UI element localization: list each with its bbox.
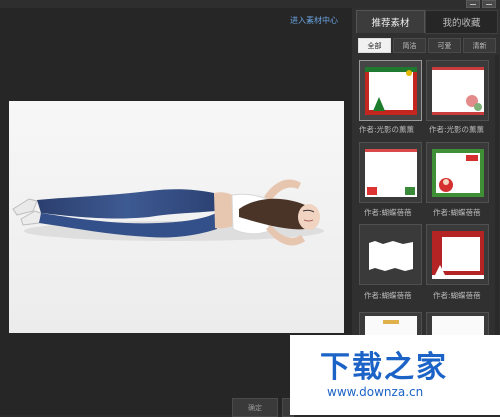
torn-paper-frame-icon	[364, 230, 417, 279]
minimize-button[interactable]	[466, 0, 480, 8]
tab-recommended[interactable]: 推荐素材	[356, 10, 425, 33]
christmas-tree-frame-icon	[364, 66, 417, 115]
filter-simple[interactable]: 简洁	[393, 38, 426, 53]
window-title-bar	[0, 0, 500, 8]
filter-all[interactable]: 全部	[358, 38, 391, 53]
frame-thumbnail[interactable]	[426, 60, 489, 121]
photo-image	[9, 101, 344, 333]
category-filter-bar: 全部 简洁 可爱 清新	[358, 38, 496, 53]
minimize-icon	[470, 4, 476, 5]
santa-frame-icon	[431, 148, 484, 197]
red-village-frame-icon	[431, 230, 484, 279]
frame-thumbnail[interactable]	[359, 224, 422, 285]
enter-material-center-link[interactable]: 进入素材中心	[290, 15, 338, 26]
thumbnail-author: 作者:光影の薰薰	[359, 125, 415, 134]
gift-frame-icon	[364, 148, 417, 197]
thumbnail-author: 作者:蝴蝶蓓蓓	[364, 291, 412, 300]
frame-thumbnail[interactable]	[359, 142, 422, 203]
confirm-button[interactable]: 确定	[232, 398, 278, 417]
thumbnail-author: 作者:光影の薰薰	[429, 125, 485, 134]
filter-fresh[interactable]: 清新	[463, 38, 496, 53]
close-button[interactable]	[482, 0, 496, 8]
filter-cute[interactable]: 可爱	[428, 38, 461, 53]
thumbnail-author: 作者:蝴蝶蓓蓓	[433, 291, 481, 300]
frame-thumbnail[interactable]	[426, 224, 489, 285]
tab-favorites[interactable]: 我的收藏	[425, 10, 498, 34]
floral-frame-icon	[431, 66, 484, 115]
thumbnail-author: 作者:蝴蝶蓓蓓	[364, 208, 412, 217]
frame-thumbnail[interactable]	[426, 142, 489, 203]
photo-canvas[interactable]	[9, 101, 344, 333]
watermark-logo: 下载之家	[320, 350, 448, 385]
close-icon	[486, 4, 492, 5]
watermark-url: www.downza.cn	[327, 385, 424, 399]
thumbnail-author: 作者:蝴蝶蓓蓓	[433, 208, 481, 217]
frame-thumbnail[interactable]	[359, 60, 422, 121]
